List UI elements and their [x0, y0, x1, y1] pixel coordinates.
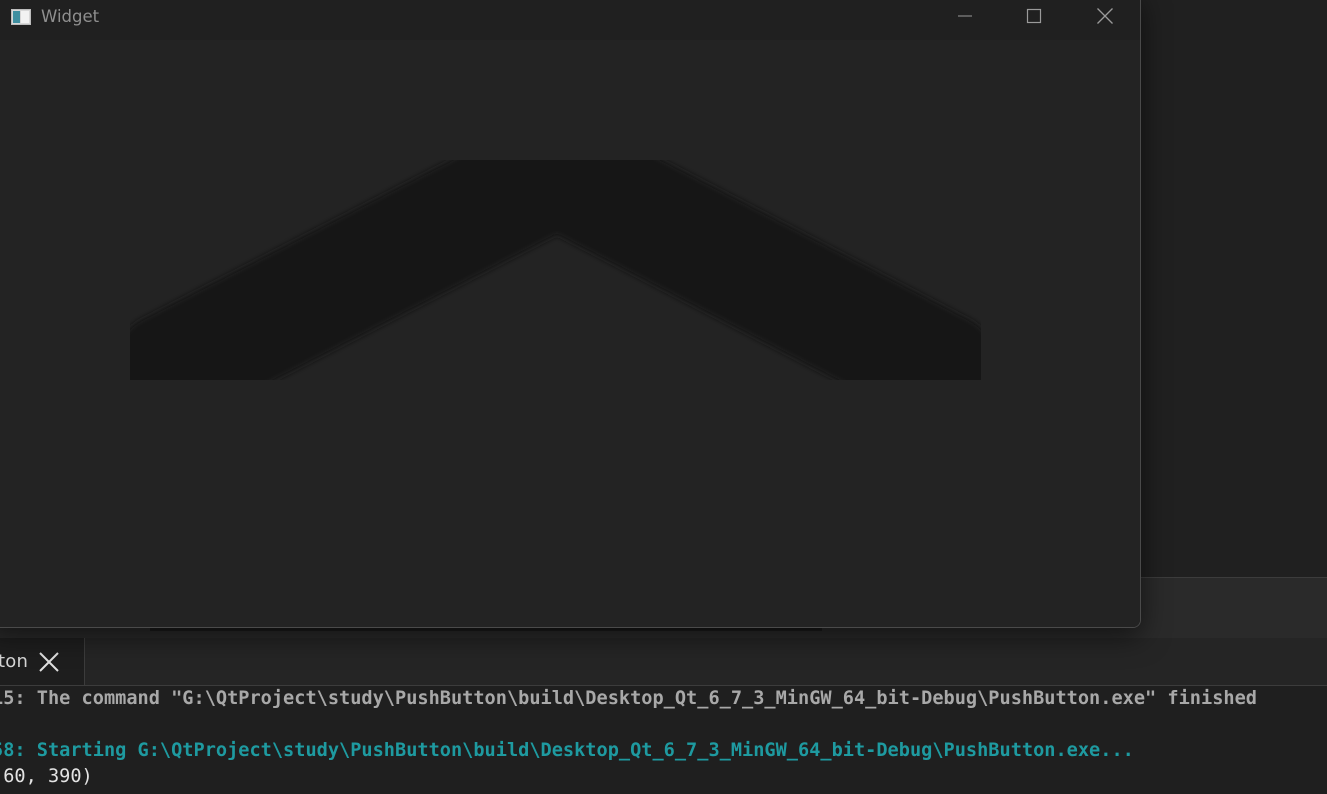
close-button[interactable] [1082, 1, 1128, 35]
ide-editor-area [1140, 0, 1327, 577]
qt-widget-app-icon [11, 9, 31, 25]
window-title: Widget [41, 7, 100, 26]
output-line-starting: 58: Starting G:\QtProject\study\PushButt… [0, 740, 1134, 761]
desktop-screen: ton 15: The command "G:\QtProject\study\… [0, 0, 1327, 794]
push-button[interactable] [49, 112, 1069, 470]
output-line-program: (60, 390) [0, 766, 93, 787]
maximize-icon [1026, 8, 1042, 28]
output-tabbar: ton [0, 638, 1327, 686]
minimize-icon [957, 8, 973, 28]
minimize-button[interactable] [942, 1, 988, 35]
widget-client-area [0, 40, 1140, 627]
close-icon[interactable] [38, 651, 60, 673]
output-tab[interactable]: ton [0, 638, 85, 685]
chevron-up-icon [49, 112, 1069, 474]
window-titlebar[interactable]: Widget [0, 0, 1140, 40]
close-icon [1096, 7, 1114, 29]
maximize-button[interactable] [1011, 1, 1057, 35]
widget-window[interactable]: Widget [0, 0, 1141, 628]
application-output-console[interactable]: 15: The command "G:\QtProject\study\Push… [0, 686, 1327, 794]
output-line-finished: 15: The command "G:\QtProject\study\Push… [0, 688, 1257, 709]
output-tab-label: ton [0, 651, 29, 672]
